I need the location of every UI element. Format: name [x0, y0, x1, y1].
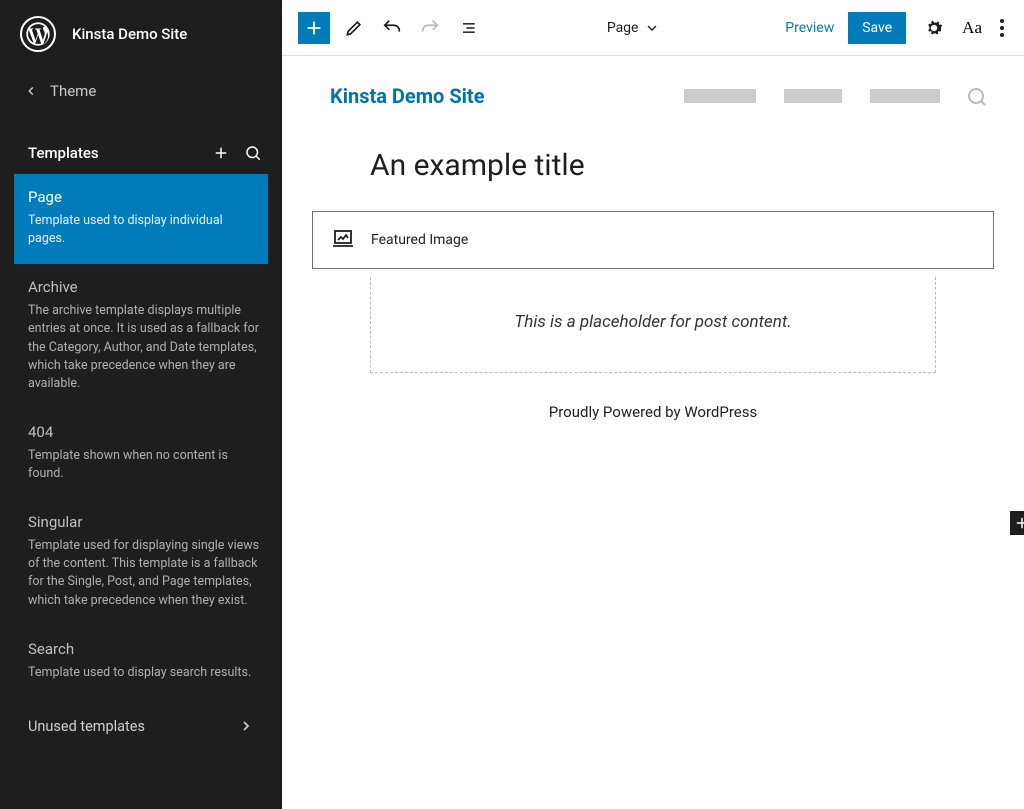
template-name: Search: [28, 640, 262, 658]
chevron-right-icon: [238, 718, 254, 734]
templates-heading: Templates: [28, 144, 99, 162]
add-block-button[interactable]: [298, 12, 330, 44]
footer-text[interactable]: Proudly Powered by WordPress: [312, 403, 994, 421]
post-content-placeholder[interactable]: This is a placeholder for post content.: [370, 277, 936, 373]
nav-placeholder-item: [870, 89, 940, 103]
placeholder-text: This is a placeholder for post content.: [391, 312, 915, 332]
search-templates-icon[interactable]: [244, 144, 262, 162]
chevron-down-icon: [644, 20, 660, 36]
template-item-404[interactable]: 404 Template shown when no content is fo…: [0, 409, 282, 499]
nav-menu-placeholder[interactable]: [684, 88, 984, 104]
editor-canvas[interactable]: Kinsta Demo Site An example title Featur…: [282, 56, 1024, 809]
featured-image-label: Featured Image: [371, 232, 468, 248]
template-desc: Template used for displaying single view…: [28, 537, 262, 610]
search-icon[interactable]: [968, 88, 984, 104]
add-template-icon[interactable]: [212, 144, 230, 162]
styles-button[interactable]: Aa: [962, 18, 982, 38]
floating-add-button[interactable]: [1010, 511, 1024, 535]
preview-button[interactable]: Preview: [785, 20, 834, 36]
template-item-singular[interactable]: Singular Template used for displaying si…: [0, 499, 282, 626]
template-desc: Template shown when no content is found.: [28, 447, 262, 483]
redo-icon[interactable]: [416, 14, 444, 42]
toolbar-left: [298, 12, 482, 44]
sidebar-header: Kinsta Demo Site: [0, 0, 282, 68]
plus-icon: [1013, 514, 1024, 532]
list-view-icon[interactable]: [454, 14, 482, 42]
save-button[interactable]: Save: [848, 12, 906, 44]
sidebar: Kinsta Demo Site Theme Templates Page Te…: [0, 0, 282, 809]
template-name: Singular: [28, 513, 262, 531]
back-to-theme[interactable]: Theme: [0, 68, 282, 114]
template-desc: The archive template displays multiple e…: [28, 302, 262, 393]
plus-icon: [303, 17, 325, 39]
more-options-icon[interactable]: [996, 15, 1008, 41]
edit-mode-icon[interactable]: [340, 14, 368, 42]
featured-image-block[interactable]: Featured Image: [312, 211, 994, 269]
templates-actions: [212, 144, 262, 162]
editor-main: Page Preview Save Aa Kinsta Demo Site An…: [282, 0, 1024, 809]
template-item-search[interactable]: Search Template used to display search r…: [0, 626, 282, 698]
undo-icon[interactable]: [378, 14, 406, 42]
document-label: Page: [607, 20, 639, 36]
nav-placeholder-item: [684, 89, 756, 103]
template-desc: Template used to display individual page…: [28, 212, 254, 248]
post-title[interactable]: An example title: [312, 148, 994, 183]
template-item-page[interactable]: Page Template used to display individual…: [14, 174, 268, 264]
template-desc: Template used to display search results.: [28, 664, 262, 682]
settings-icon[interactable]: [920, 14, 948, 42]
featured-image-icon: [331, 226, 355, 254]
unused-templates[interactable]: Unused templates: [0, 698, 282, 755]
wordpress-logo-icon[interactable]: [20, 16, 56, 52]
back-label: Theme: [50, 82, 96, 100]
document-selector[interactable]: Page: [482, 20, 785, 36]
template-item-archive[interactable]: Archive The archive template displays mu…: [0, 264, 282, 409]
template-name: 404: [28, 423, 262, 441]
toolbar-right: Preview Save Aa: [785, 12, 1008, 44]
template-name: Archive: [28, 278, 262, 296]
nav-placeholder-item: [784, 89, 842, 103]
template-name: Page: [28, 188, 254, 206]
sidebar-site-name[interactable]: Kinsta Demo Site: [72, 25, 187, 43]
templates-header: Templates: [0, 114, 282, 174]
site-title[interactable]: Kinsta Demo Site: [330, 84, 485, 108]
site-header: Kinsta Demo Site: [312, 84, 994, 108]
unused-label: Unused templates: [28, 718, 145, 735]
editor-toolbar: Page Preview Save Aa: [282, 0, 1024, 56]
chevron-left-icon: [24, 84, 38, 98]
